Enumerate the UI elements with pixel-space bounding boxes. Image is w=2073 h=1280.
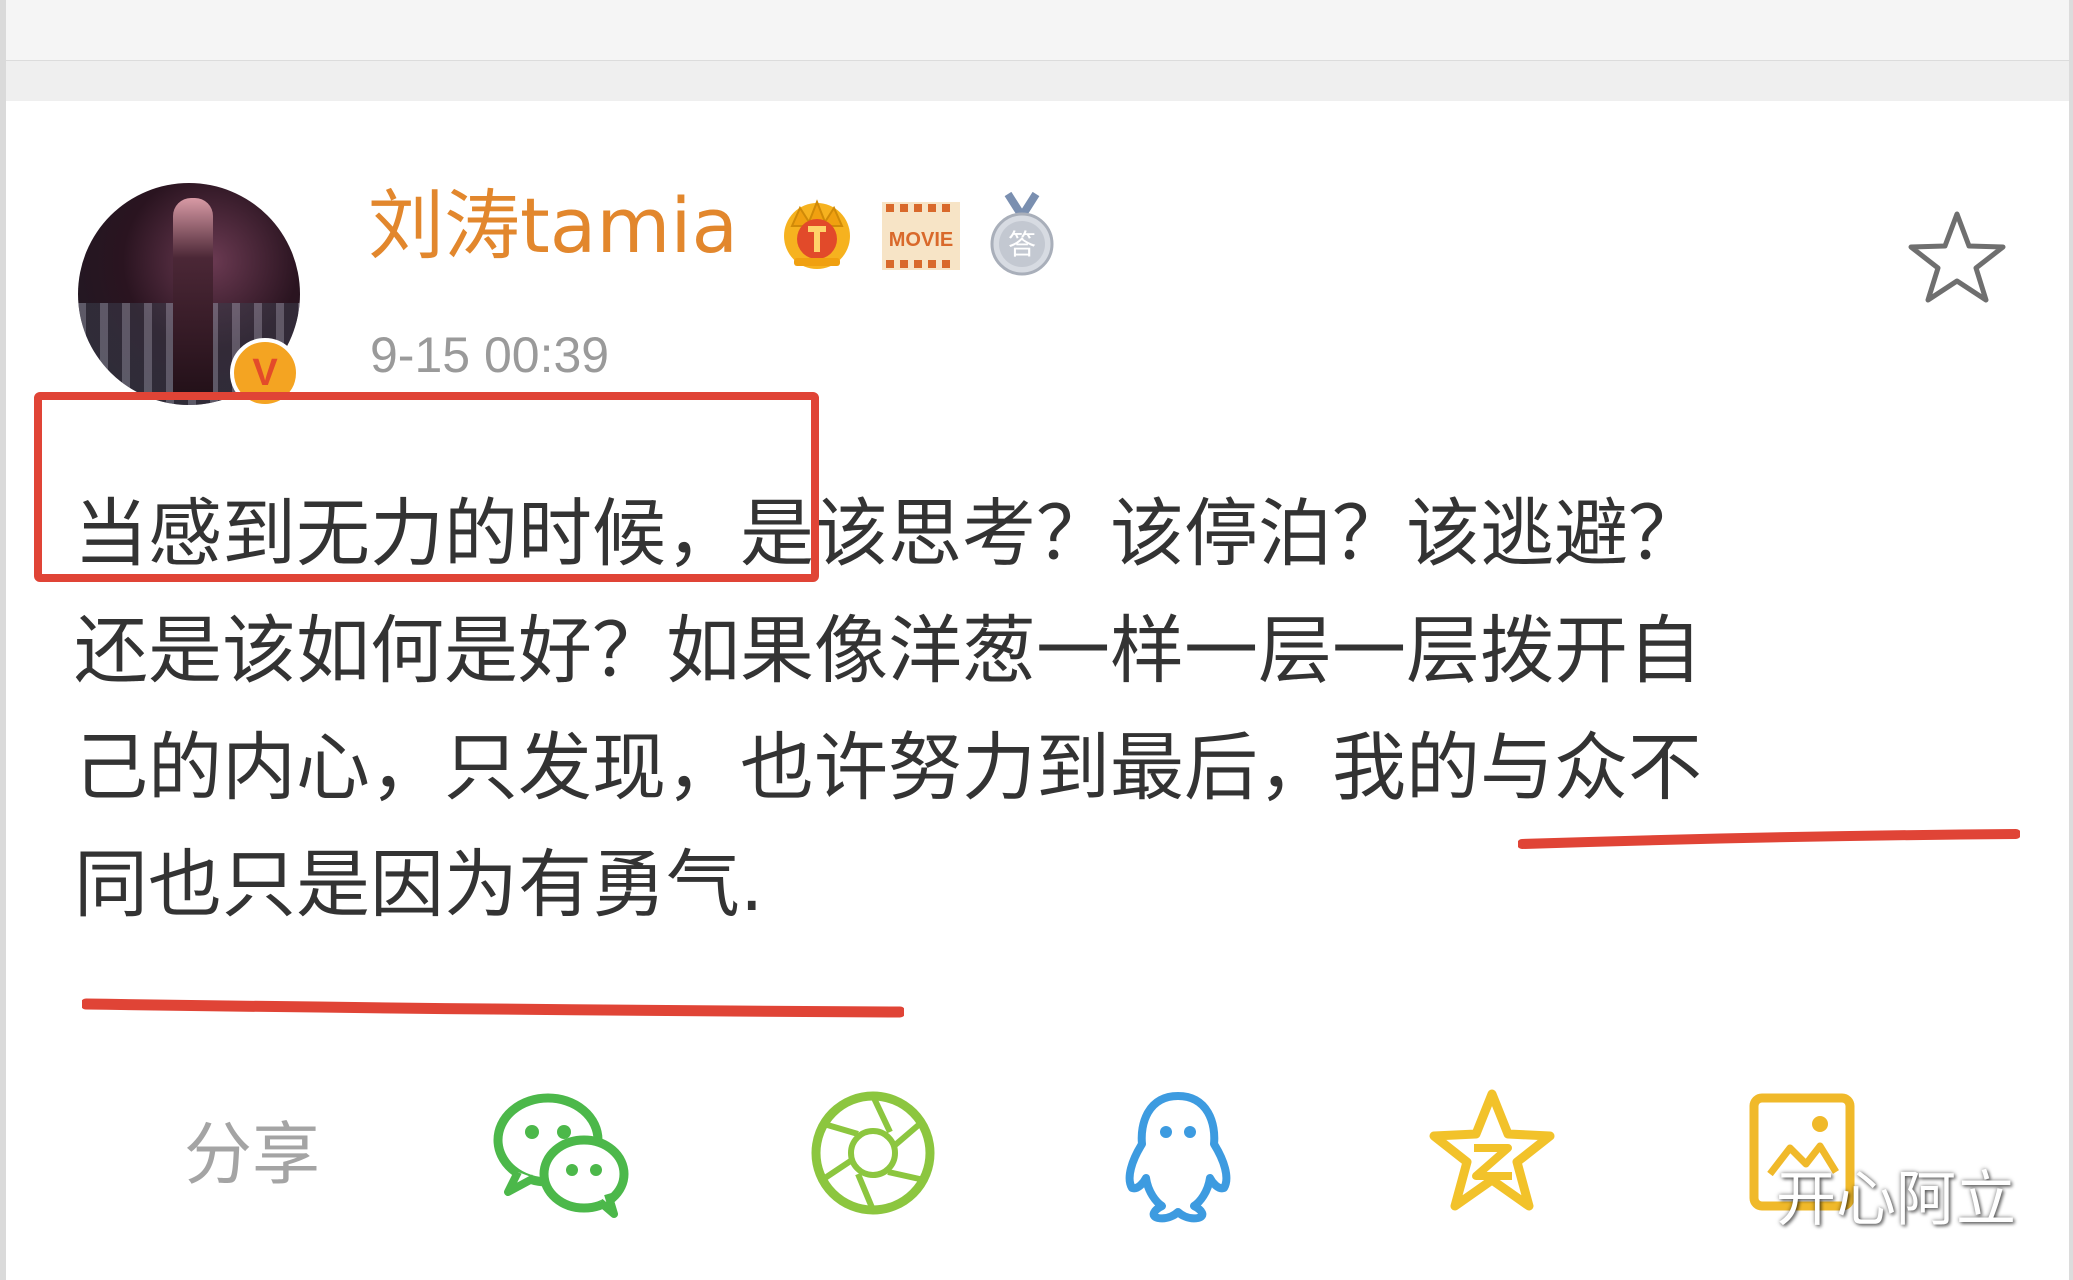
medal-icon[interactable]: 答: [984, 192, 1060, 276]
wechat-icon[interactable]: [490, 1088, 630, 1218]
highlight-box-annotation: [34, 392, 819, 582]
avatar-figure: [173, 198, 213, 398]
underline-annotation: [82, 998, 904, 1018]
top-bar: [0, 0, 2073, 101]
moments-icon[interactable]: [808, 1088, 938, 1218]
post-text-line: 己的内心，只发现，也许努力到最后，我的与众不: [74, 725, 1702, 811]
watermark: 开心阿立: [1776, 1165, 2016, 1235]
username[interactable]: 刘涛tamia: [368, 188, 738, 264]
left-border: [0, 0, 6, 1280]
qq-icon[interactable]: [1118, 1088, 1238, 1224]
post-timestamp: 9-15 00:39: [370, 327, 610, 383]
movie-badge-label: MOVIE: [889, 229, 953, 251]
medal-badge-label: 答: [1008, 228, 1036, 261]
top-bar-divider: [0, 60, 2073, 101]
underline-annotation: [1518, 829, 2020, 849]
share-label: 分享: [184, 1116, 321, 1195]
movie-icon[interactable]: MOVIE: [880, 198, 962, 274]
right-border: [2069, 0, 2073, 1280]
favorite-star-icon[interactable]: [1908, 210, 2006, 304]
post-text-line: 还是该如何是好？如果像洋葱一样一层一层拨开自: [74, 608, 1702, 694]
crown-icon[interactable]: [776, 192, 858, 272]
qzone-icon[interactable]: [1428, 1088, 1556, 1218]
verified-badge-letter: V: [252, 351, 278, 394]
